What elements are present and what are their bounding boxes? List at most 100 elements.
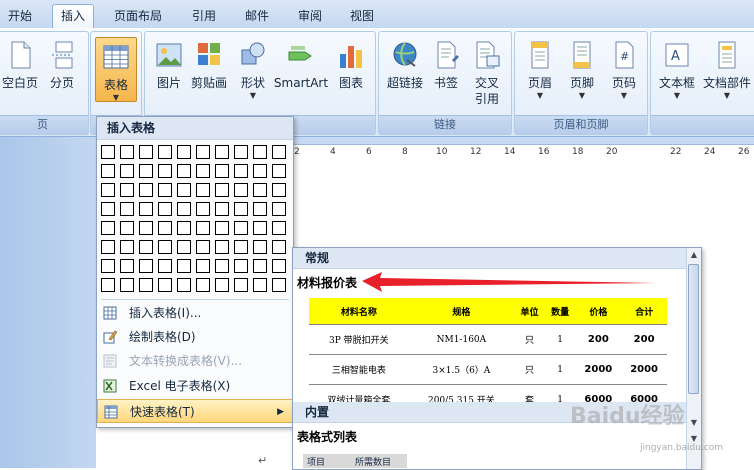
table-grid-cell[interactable] xyxy=(272,183,286,197)
cross-reference-button[interactable]: 交叉 引用 xyxy=(467,40,507,107)
table-grid-cell[interactable] xyxy=(253,259,267,273)
table-grid-cell[interactable] xyxy=(272,240,286,254)
table-grid-cell[interactable] xyxy=(234,202,248,216)
footer-button[interactable]: 页脚 ▼ xyxy=(563,40,601,101)
table-grid-cell[interactable] xyxy=(234,145,248,159)
table-grid-cell[interactable] xyxy=(120,202,134,216)
table-grid-cell[interactable] xyxy=(272,221,286,235)
insert-table-item[interactable]: 插入表格(I)... xyxy=(97,301,293,325)
excel-spreadsheet-item[interactable]: Excel 电子表格(X) xyxy=(97,374,293,398)
table-grid-cell[interactable] xyxy=(234,164,248,178)
table-grid-cell[interactable] xyxy=(253,164,267,178)
table-grid-cell[interactable] xyxy=(158,145,172,159)
table-grid-cell[interactable] xyxy=(120,278,134,292)
table-grid-cell[interactable] xyxy=(120,164,134,178)
table-grid-cell[interactable] xyxy=(158,259,172,273)
table-grid-cell[interactable] xyxy=(177,202,191,216)
table-grid-cell[interactable] xyxy=(215,221,229,235)
quick-tables-item[interactable]: 快速表格(T) ▶ xyxy=(97,399,293,423)
clip-art-button[interactable]: 剪贴画 xyxy=(189,40,229,91)
picture-button[interactable]: 图片 xyxy=(151,40,187,91)
scroll-up-arrow-icon[interactable]: ▲ xyxy=(689,250,699,260)
table-grid-cell[interactable] xyxy=(101,145,115,159)
table-grid-cell[interactable] xyxy=(120,145,134,159)
tab-references[interactable]: 引用 xyxy=(192,6,216,26)
table-grid-cell[interactable] xyxy=(272,278,286,292)
table-grid-cell[interactable] xyxy=(101,202,115,216)
table-grid-cell[interactable] xyxy=(101,240,115,254)
tabular-list-preview[interactable]: 项目 所需数目 xyxy=(303,454,407,468)
table-grid-cell[interactable] xyxy=(177,145,191,159)
table-grid-cell[interactable] xyxy=(253,278,267,292)
table-grid-cell[interactable] xyxy=(234,240,248,254)
table-grid-cell[interactable] xyxy=(215,278,229,292)
table-grid-cell[interactable] xyxy=(196,183,210,197)
table-grid-cell[interactable] xyxy=(177,259,191,273)
scroll-down-arrow-icon[interactable]: ▼ xyxy=(689,418,699,428)
table-grid-cell[interactable] xyxy=(253,183,267,197)
table-grid-cell[interactable] xyxy=(158,221,172,235)
bookmark-button[interactable]: 书签 xyxy=(429,40,463,91)
table-size-grid[interactable] xyxy=(101,145,289,295)
table-grid-cell[interactable] xyxy=(139,202,153,216)
convert-text-to-table-item[interactable]: 文本转换成表格(V)... xyxy=(97,349,293,373)
table-grid-cell[interactable] xyxy=(139,278,153,292)
tab-review[interactable]: 审阅 xyxy=(298,6,322,26)
table-grid-cell[interactable] xyxy=(139,183,153,197)
table-grid-cell[interactable] xyxy=(196,221,210,235)
table-grid-cell[interactable] xyxy=(253,221,267,235)
smartart-button[interactable]: SmartArt xyxy=(273,40,329,91)
header-button[interactable]: 页眉 ▼ xyxy=(521,40,559,101)
tab-home[interactable]: 开始 xyxy=(8,6,32,26)
scrollbar-thumb[interactable] xyxy=(688,264,699,394)
table-grid-cell[interactable] xyxy=(196,145,210,159)
table-grid-cell[interactable] xyxy=(272,202,286,216)
page-break-button[interactable]: 分页 xyxy=(43,40,81,91)
table-grid-cell[interactable] xyxy=(177,278,191,292)
blank-page-button[interactable]: 空白页 xyxy=(1,40,39,91)
table-grid-cell[interactable] xyxy=(139,221,153,235)
table-grid-cell[interactable] xyxy=(215,240,229,254)
tab-page-layout[interactable]: 页面布局 xyxy=(114,6,162,26)
table-grid-cell[interactable] xyxy=(253,240,267,254)
table-grid-cell[interactable] xyxy=(234,183,248,197)
table-grid-cell[interactable] xyxy=(215,202,229,216)
table-grid-cell[interactable] xyxy=(196,240,210,254)
tab-mailings[interactable]: 邮件 xyxy=(245,6,269,26)
shapes-button[interactable]: 形状 ▼ xyxy=(235,40,271,101)
table-grid-cell[interactable] xyxy=(215,183,229,197)
table-grid-cell[interactable] xyxy=(101,183,115,197)
table-grid-cell[interactable] xyxy=(158,164,172,178)
table-grid-cell[interactable] xyxy=(158,202,172,216)
table-grid-cell[interactable] xyxy=(234,259,248,273)
table-grid-cell[interactable] xyxy=(272,164,286,178)
quick-parts-button[interactable]: 文档部件 ▼ xyxy=(701,40,753,101)
table-grid-cell[interactable] xyxy=(120,183,134,197)
tab-insert[interactable]: 插入 xyxy=(52,4,95,29)
horizontal-ruler[interactable]: 2 4 6 8 10 12 14 16 18 20 22 24 26 xyxy=(292,144,754,162)
chart-button[interactable]: 图表 xyxy=(333,40,369,91)
table-grid-cell[interactable] xyxy=(139,145,153,159)
table-grid-cell[interactable] xyxy=(120,259,134,273)
table-grid-cell[interactable] xyxy=(196,202,210,216)
table-grid-cell[interactable] xyxy=(234,221,248,235)
table-grid-cell[interactable] xyxy=(101,164,115,178)
table-grid-cell[interactable] xyxy=(215,164,229,178)
table-grid-cell[interactable] xyxy=(196,259,210,273)
table-grid-cell[interactable] xyxy=(158,278,172,292)
table-grid-cell[interactable] xyxy=(196,278,210,292)
table-grid-cell[interactable] xyxy=(272,259,286,273)
table-grid-cell[interactable] xyxy=(158,240,172,254)
table-grid-cell[interactable] xyxy=(139,164,153,178)
gallery-scrollbar[interactable]: ▲ ▼ ▼ xyxy=(686,248,701,469)
table-grid-cell[interactable] xyxy=(215,259,229,273)
table-grid-cell[interactable] xyxy=(101,221,115,235)
table-grid-cell[interactable] xyxy=(139,240,153,254)
table-grid-cell[interactable] xyxy=(253,145,267,159)
table-grid-cell[interactable] xyxy=(253,202,267,216)
text-box-button[interactable]: A 文本框 ▼ xyxy=(655,40,699,101)
table-button[interactable]: 表格 ▼ xyxy=(95,37,137,102)
table-grid-cell[interactable] xyxy=(272,145,286,159)
table-grid-cell[interactable] xyxy=(120,221,134,235)
page-number-button[interactable]: # 页码 ▼ xyxy=(605,40,643,101)
